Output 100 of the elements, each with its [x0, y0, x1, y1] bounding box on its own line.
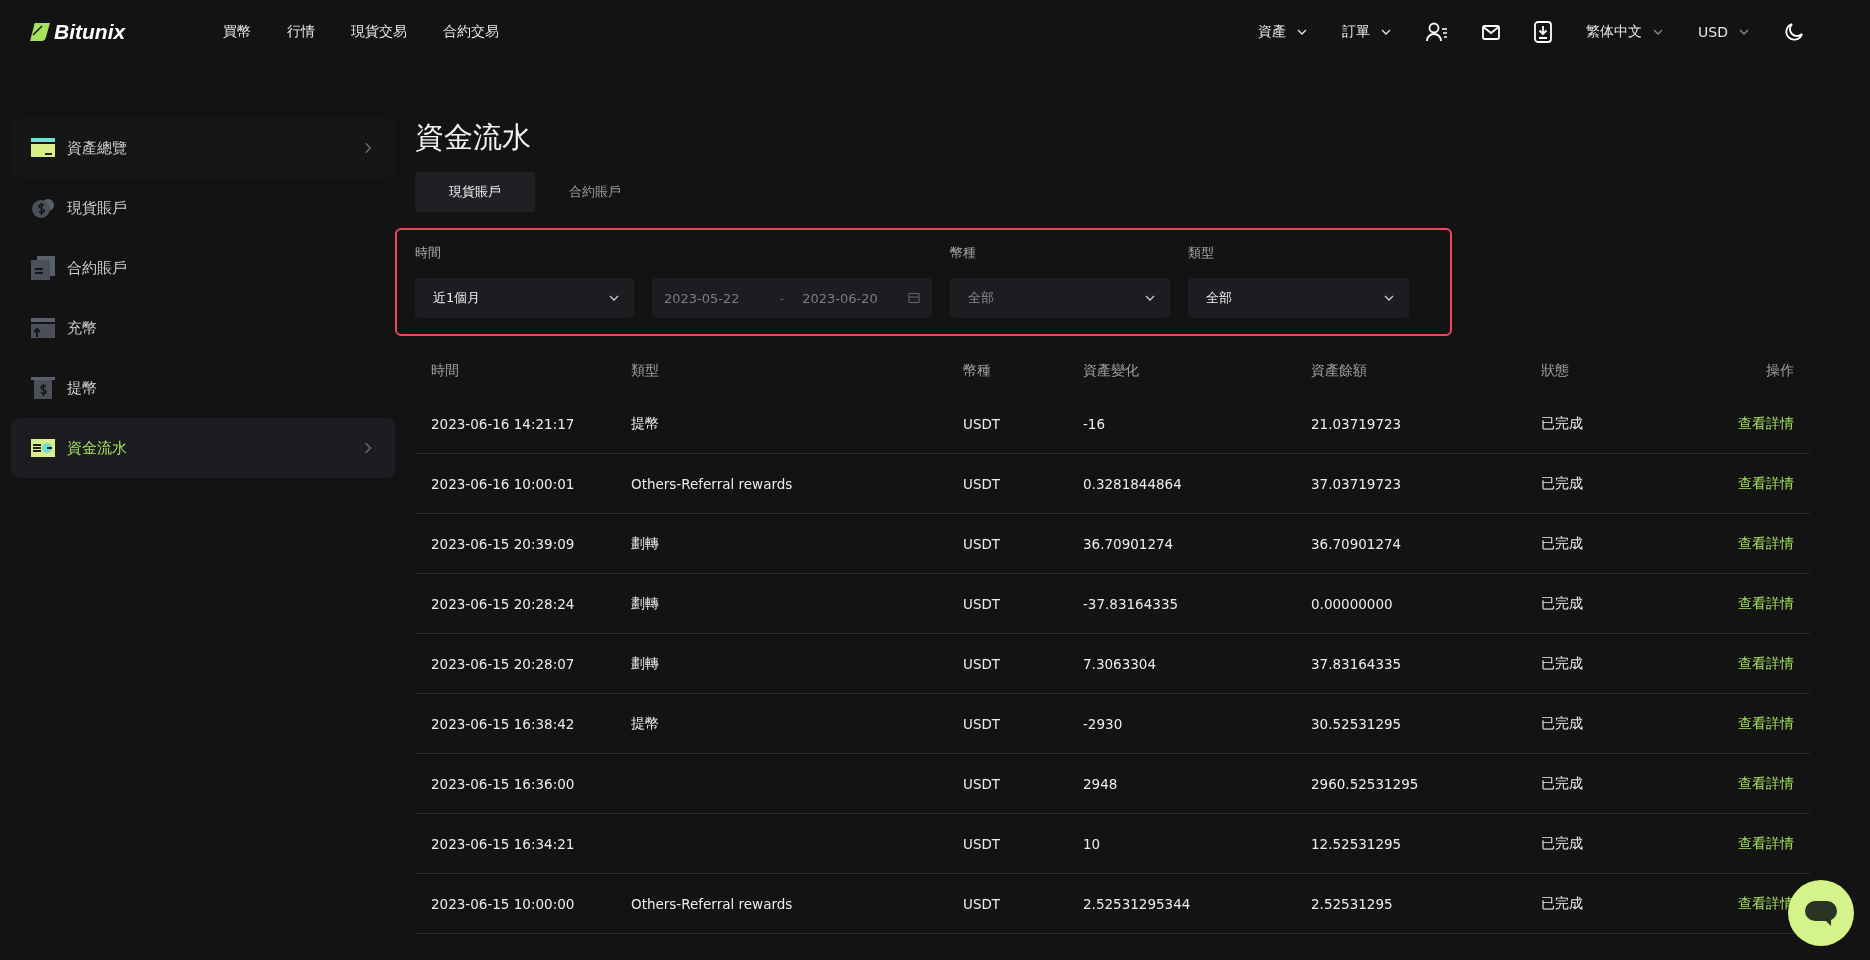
table-cell-text: 2023-06-15 20:28:07: [431, 655, 576, 672]
menu-button[interactable]: 資產: [1258, 23, 1309, 41]
details-link[interactable]: 查看詳情: [1738, 774, 1794, 793]
table-cell-text: 12.52531295: [1311, 835, 1403, 852]
table-cell-text: 0.00000000: [1311, 595, 1394, 612]
table-cell-text: 10: [1083, 835, 1102, 852]
table-cell-text: 2023-06-15 16:34:21: [431, 835, 576, 852]
sidebar-item[interactable]: 資金流水: [11, 418, 395, 478]
column-header: 資產變化: [1083, 362, 1140, 380]
sidebar-item[interactable]: 充幣: [11, 298, 395, 358]
table-cell-text: 已完成: [1541, 594, 1584, 613]
details-link[interactable]: 查看詳情: [1738, 714, 1794, 733]
table-cell-text: 2023-06-15 10:00:00: [431, 895, 576, 912]
tab[interactable]: 現貨賬戶: [415, 172, 535, 212]
table-cell-text: 已完成: [1541, 774, 1584, 793]
table-cell-text: USDT: [963, 715, 1002, 732]
select-button[interactable]: USD: [1698, 24, 1750, 40]
nav-link[interactable]: 現貨交易: [351, 23, 407, 41]
documents-icon: [31, 256, 55, 280]
sidebar-label: 資金流水: [67, 438, 128, 458]
logo-icon: [30, 23, 50, 41]
sidebar-item[interactable]: 現貨賬戶: [11, 178, 395, 238]
column-header: 狀態: [1541, 362, 1570, 380]
table-cell-text: 2948: [1083, 775, 1119, 792]
table-cell-text: -16: [1083, 415, 1107, 432]
table-cell-text: 已完成: [1541, 534, 1584, 553]
sidebar-item[interactable]: 提幣: [11, 358, 395, 418]
menu-button[interactable]: 訂單: [1342, 23, 1393, 41]
ledger-icon: [31, 439, 55, 457]
table-cell-text: 37.03719723: [1311, 475, 1403, 492]
details-link[interactable]: 查看詳情: [1738, 834, 1794, 853]
mail-icon[interactable]: [1482, 24, 1501, 40]
deposit-icon: [31, 318, 55, 338]
table-cell-text: 提幣: [631, 714, 660, 733]
page-title: 資金流水: [415, 119, 532, 156]
table-cell-text: USDT: [963, 895, 1002, 912]
table-cell-text: Others-Referral rewards: [631, 895, 794, 912]
table-cell-text: 0.3281844864: [1083, 475, 1183, 492]
details-link[interactable]: 查看詳情: [1738, 534, 1794, 553]
time-select[interactable]: 近1個月: [415, 278, 634, 318]
details-link[interactable]: 查看詳情: [1738, 474, 1794, 493]
table-cell-text: USDT: [963, 775, 1002, 792]
nav-link[interactable]: 合約交易: [443, 23, 499, 41]
details-link[interactable]: 查看詳情: [1738, 654, 1794, 673]
coins-icon: [31, 197, 55, 219]
table-cell-text: 已完成: [1541, 834, 1584, 853]
nav-link[interactable]: 行情: [287, 23, 315, 41]
filter-label: 幣種: [950, 244, 977, 262]
table-cell-text: USDT: [963, 655, 1002, 672]
table-cell-text: -2930: [1083, 715, 1124, 732]
table-cell-text: 37.83164335: [1311, 655, 1403, 672]
table-cell-text: USDT: [963, 835, 1002, 852]
moon-icon[interactable]: [1784, 22, 1804, 42]
calendar-icon[interactable]: [908, 292, 920, 304]
table-cell-text: 已完成: [1541, 714, 1584, 733]
details-link[interactable]: 查看詳情: [1738, 414, 1794, 433]
table-cell-text: USDT: [963, 595, 1002, 612]
table-cell-text: 劃轉: [631, 534, 660, 553]
date-range-field[interactable]: 2023-05-22 - 2023-06-20: [652, 278, 932, 318]
column-header: 操作: [1766, 362, 1794, 380]
user-list-icon[interactable]: [1426, 22, 1449, 42]
filter-label: 類型: [1188, 244, 1215, 262]
sidebar-label: 合約賬戶: [67, 258, 128, 278]
table-cell-text: 2023-06-16 10:00:01: [431, 475, 576, 492]
table-cell-text: 已完成: [1541, 654, 1584, 673]
sidebar-item[interactable]: 資產總覽: [11, 118, 395, 178]
table-cell-text: 2023-06-15 16:38:42: [431, 715, 576, 732]
table-cell-text: 2023-06-15 20:39:09: [431, 535, 576, 552]
sidebar-label: 資產總覽: [67, 138, 128, 158]
filter-label: 時間: [415, 244, 442, 262]
column-header: 類型: [631, 362, 660, 380]
column-header: 時間: [431, 362, 460, 380]
table-cell-text: 2.52531295344: [1083, 895, 1192, 912]
withdraw-icon: [31, 377, 55, 399]
details-link[interactable]: 查看詳情: [1738, 594, 1794, 613]
select-button[interactable]: 繁体中文: [1586, 23, 1665, 41]
tab[interactable]: 合約賬戶: [535, 172, 655, 212]
table-cell-text: USDT: [963, 535, 1002, 552]
download-icon[interactable]: [1534, 21, 1553, 43]
nav-link[interactable]: 買幣: [223, 23, 251, 41]
chat-icon: [1805, 899, 1837, 927]
column-header: 幣種: [963, 362, 992, 380]
sidebar-item[interactable]: 合約賬戶: [11, 238, 395, 298]
table-cell-text: 提幣: [631, 414, 660, 433]
table-cell-text: 已完成: [1541, 474, 1584, 493]
table-cell-text: 36.70901274: [1311, 535, 1403, 552]
table-cell-text: 已完成: [1541, 894, 1584, 913]
type-select[interactable]: 全部: [1188, 278, 1409, 318]
table-cell-text: 2960.52531295: [1311, 775, 1420, 792]
card-icon: [31, 138, 55, 158]
logo-text: Bitunix: [54, 20, 126, 44]
table-cell-text: 36.70901274: [1083, 535, 1175, 552]
table-cell-text: 21.03719723: [1311, 415, 1403, 432]
table-cell-text: -37.83164335: [1083, 595, 1180, 612]
table-cell-text: 劃轉: [631, 594, 660, 613]
table-cell-text: 2.52531295: [1311, 895, 1394, 912]
table-cell-text: Others-Referral rewards: [631, 475, 794, 492]
table-cell-text: USDT: [963, 415, 1002, 432]
table-cell-text: 7.3063304: [1083, 655, 1157, 672]
table-cell-text: 2023-06-15 20:28:24: [431, 595, 576, 612]
